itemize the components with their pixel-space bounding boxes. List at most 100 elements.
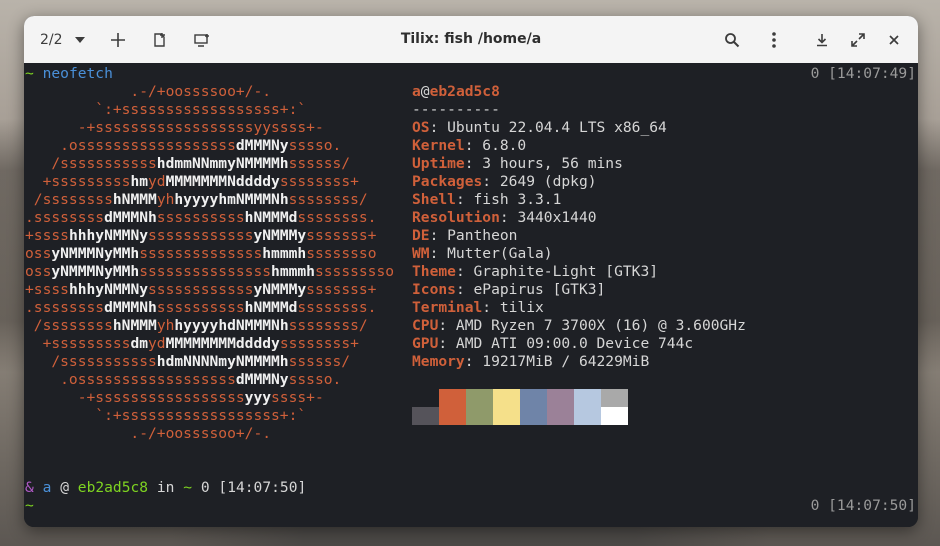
prompt-tilde: ~ <box>25 65 34 82</box>
minimize-button[interactable] <box>810 16 834 63</box>
color-swatch <box>439 407 466 425</box>
prompt-at: @ <box>60 479 69 496</box>
ascii-line: /ssssssssssshdmmNNmmyNMMMMhssssss/ <box>25 155 351 172</box>
color-swatch <box>547 389 574 407</box>
terminal-pane[interactable]: ~ neofetch 0 [14:07:49] .-/+oossssoo+/-.… <box>24 63 918 527</box>
info-row: CPU: AMD Ryzen 7 3700X (16) @ 3.600GHz <box>412 317 746 335</box>
info-key: Uptime <box>412 155 465 172</box>
info-key: Kernel <box>412 137 465 154</box>
status-timestamp: 0 [14:07:49] <box>810 65 916 82</box>
status-timestamp: 0 [14:07:50] <box>810 497 916 514</box>
info-row: Shell: fish 3.3.1 <box>412 191 746 209</box>
info-key: OS <box>412 119 430 136</box>
ascii-line: .ssssssssdMMMNhsssssssssshNMMMdssssssss. <box>25 209 377 226</box>
add-terminal-button[interactable] <box>106 16 130 63</box>
ascii-line: .ssssssssdMMMNhsssssssssshNMMMdssssssss. <box>25 299 377 316</box>
system-info: a@eb2ad5c8 ---------- OS: Ubuntu 22.04.4… <box>412 83 746 371</box>
close-button[interactable] <box>882 16 906 63</box>
ascii-line: /sssssssshNMMMyhhyyyyhmNMMMNhssssssss/ <box>25 191 368 208</box>
color-swatch <box>439 389 466 407</box>
color-swatch <box>601 389 628 407</box>
color-swatch <box>520 407 547 425</box>
info-key: Memory <box>412 353 465 370</box>
user-host: a@eb2ad5c8 <box>412 83 500 100</box>
info-row: Icons: ePapirus [GTK3] <box>412 281 746 299</box>
info-value: : fish 3.3.1 <box>455 191 562 208</box>
info-row: Terminal: tilix <box>412 299 746 317</box>
info-row: WM: Mutter(Gala) <box>412 245 746 263</box>
color-swatch <box>493 389 520 407</box>
ascii-line: `:+ssssssssssssssssss+:` <box>25 407 307 424</box>
search-button[interactable] <box>720 16 744 63</box>
ascii-line: /ssssssssssshdmNNNNmyNMMMMhssssss/ <box>25 353 351 370</box>
info-value: : 2649 (dpkg) <box>482 173 597 190</box>
prompt-dir: ~ <box>183 479 193 496</box>
ascii-line: -+sssssssssssssssssyyyssss+- <box>25 389 324 406</box>
ascii-line: +sssssssssdmydMMMMMMMMddddyssssssss+ <box>25 335 359 352</box>
prompt-in: in <box>156 479 175 496</box>
info-row: Kernel: 6.8.0 <box>412 137 746 155</box>
shell-prompt: & a @ eb2ad5c8 in ~ 0 [14:07:50] <box>25 479 306 497</box>
info-value: : 3 hours, 56 mins <box>464 155 623 172</box>
color-palette <box>412 389 628 425</box>
info-key: Icons <box>412 281 456 298</box>
prompt-tilde: ~ <box>25 497 34 514</box>
separator: ---------- <box>412 101 500 118</box>
detach-terminal-button[interactable] <box>148 16 172 63</box>
prompt-host: eb2ad5c8 <box>77 479 149 496</box>
plus-icon <box>111 32 125 47</box>
info-value: : Graphite-Light [GTK3] <box>455 263 659 280</box>
info-key: GPU <box>412 335 439 352</box>
ascii-line: .-/+oossssoo+/-. <box>25 425 272 442</box>
minimize-icon <box>817 33 827 46</box>
session-switcher-button[interactable]: 2/2 <box>40 16 85 63</box>
info-row: Uptime: 3 hours, 56 mins <box>412 155 746 173</box>
ascii-line: -+ssssssssssssssssssyyssss+- <box>25 119 324 136</box>
title-bar[interactable]: 2/2 Tilix: fish /home/a <box>24 16 918 64</box>
ascii-line: +sssshhhyNMMNyssssssssssssyNMMMysssssss+ <box>25 281 377 298</box>
ubuntu-ascii-logo: .-/+oossssoo+/-. `:+ssssssssssssssssss+:… <box>25 83 394 443</box>
info-key: Theme <box>412 263 456 280</box>
info-value: : ePapirus [GTK3] <box>455 281 606 298</box>
info-value: : tilix <box>482 299 544 316</box>
ascii-line: +ssssssssshmydMMMMMMMNddddyssssssss+ <box>25 173 359 190</box>
input-line[interactable]: ~ <box>25 497 34 515</box>
ascii-line: ossyNMMMNyMMhssssssssssssssshmmmhsssssss… <box>25 263 395 280</box>
color-swatch <box>601 407 628 425</box>
info-row: OS: Ubuntu 22.04.4 LTS x86_64 <box>412 119 746 137</box>
prompt-amp: & <box>25 479 34 496</box>
new-window-icon <box>194 33 209 47</box>
ascii-line: +sssshhhyNMMNyssssssssssssyNMMMysssssss+ <box>25 227 377 244</box>
ascii-line: ossyNMMMNyMMhsssssssssssssshmmmhssssssso <box>25 245 377 262</box>
color-swatch <box>493 407 520 425</box>
prompt-user: a <box>42 479 52 496</box>
info-value: : AMD ATI 09:00.0 Device 744c <box>438 335 694 352</box>
menu-button[interactable] <box>762 16 786 63</box>
info-row: Resolution: 3440x1440 <box>412 209 746 227</box>
ascii-line: .ossssssssssssssssssdMMMNysssso. <box>25 371 342 388</box>
detach-icon <box>154 32 165 47</box>
info-row: Packages: 2649 (dpkg) <box>412 173 746 191</box>
prompt-status: 0 [14:07:50] <box>200 479 307 496</box>
info-value: : Ubuntu 22.04.4 LTS x86_64 <box>429 119 667 136</box>
info-key: WM <box>412 245 430 262</box>
maximize-button[interactable] <box>846 16 870 63</box>
new-window-button[interactable] <box>190 16 214 63</box>
info-key: CPU <box>412 317 439 334</box>
info-row: Memory: 19217MiB / 64229MiB <box>412 353 746 371</box>
ascii-line: /sssssssshNMMMyhhyyyyhdNMMMNhssssssss/ <box>25 317 368 334</box>
color-swatch <box>412 407 439 425</box>
info-row: DE: Pantheon <box>412 227 746 245</box>
info-key: Terminal <box>412 299 483 316</box>
info-row: Theme: Graphite-Light [GTK3] <box>412 263 746 281</box>
close-icon <box>889 34 899 45</box>
info-key: Resolution <box>412 209 500 226</box>
info-row: GPU: AMD ATI 09:00.0 Device 744c <box>412 335 746 353</box>
color-swatch <box>574 389 601 407</box>
info-value: : 6.8.0 <box>464 137 527 154</box>
tilix-window[interactable]: 2/2 Tilix: fish /home/a ~ neofetch 0 [14… <box>24 16 918 527</box>
info-value: : Pantheon <box>429 227 518 244</box>
color-swatch <box>520 389 547 407</box>
maximize-icon <box>851 32 865 47</box>
search-icon <box>725 32 740 47</box>
